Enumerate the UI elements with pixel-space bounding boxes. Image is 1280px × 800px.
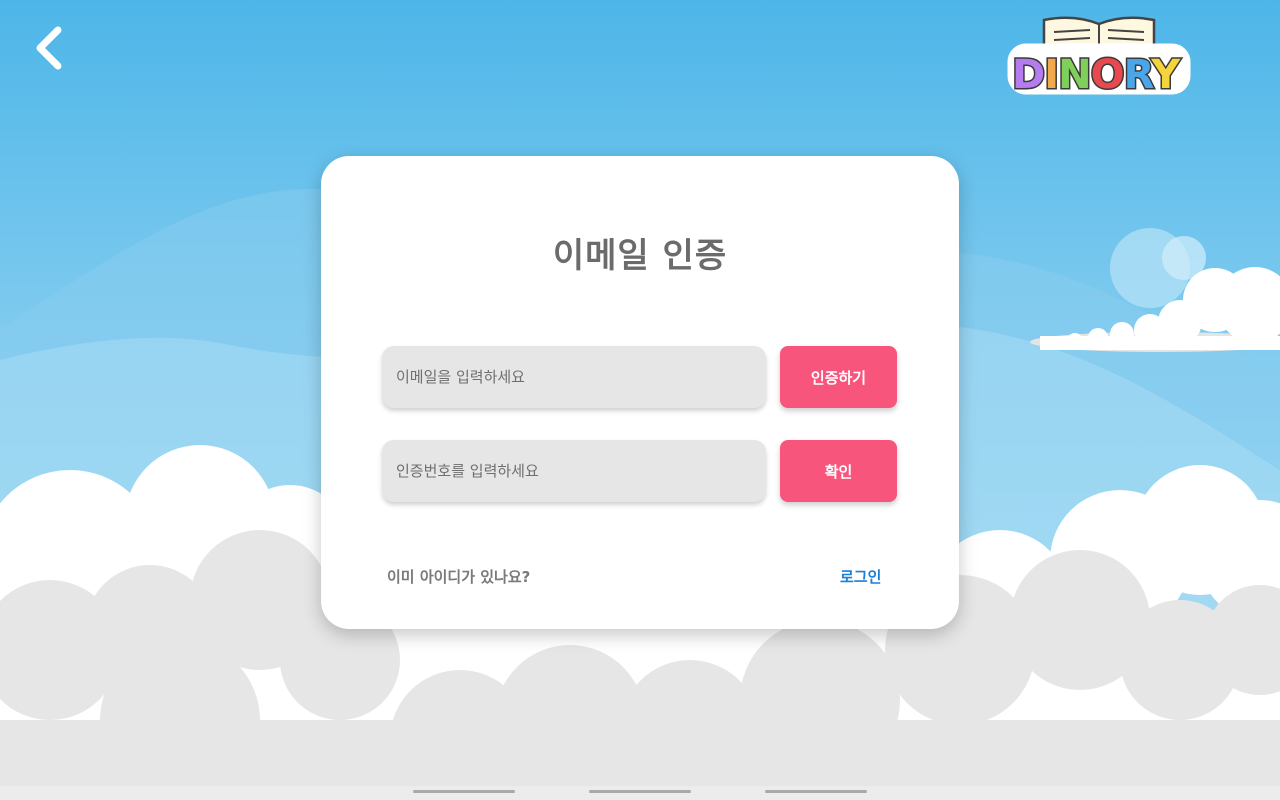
nav-pill-right [765,790,867,793]
back-chevron-icon [36,26,62,70]
nav-pill-center [589,790,691,793]
page-title: 이메일 인증 [552,236,728,276]
login-link[interactable]: 로그인 [840,566,881,587]
existing-account-question: 이미 아이디가 있나요? [387,568,531,586]
nav-pill-left [413,790,515,793]
send-verification-button[interactable]: 인증하기 [780,346,897,408]
confirm-button[interactable]: 확인 [780,440,897,502]
back-button[interactable] [28,24,68,72]
system-nav-bar [0,786,1280,800]
book-logo-icon: DINORY [1007,16,1191,100]
svg-text:DINORY: DINORY [1012,52,1181,98]
email-input[interactable] [382,346,766,408]
dinory-logo: DINORY [1004,14,1194,100]
verification-code-input[interactable] [382,440,766,502]
